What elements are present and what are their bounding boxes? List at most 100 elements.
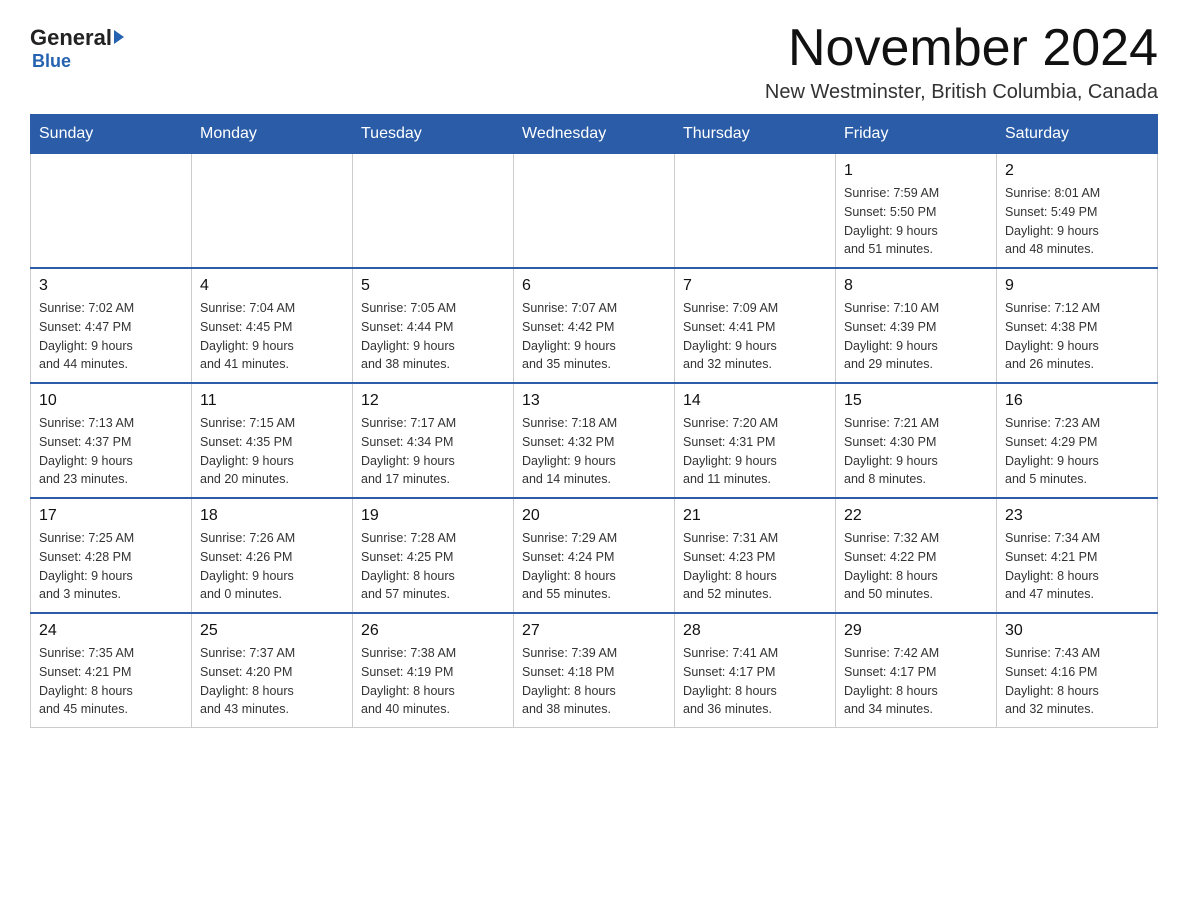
- calendar-cell-w0-d2: [353, 154, 514, 269]
- day-number: 12: [361, 392, 505, 410]
- day-number: 6: [522, 277, 666, 295]
- calendar-cell-w1-d2: 5Sunrise: 7:05 AM Sunset: 4:44 PM Daylig…: [353, 268, 514, 383]
- calendar-cell-w3-d4: 21Sunrise: 7:31 AM Sunset: 4:23 PM Dayli…: [675, 498, 836, 613]
- day-number: 4: [200, 277, 344, 295]
- day-number: 15: [844, 392, 988, 410]
- day-info: Sunrise: 7:28 AM Sunset: 4:25 PM Dayligh…: [361, 529, 505, 604]
- day-number: 3: [39, 277, 183, 295]
- day-info: Sunrise: 7:38 AM Sunset: 4:19 PM Dayligh…: [361, 644, 505, 719]
- calendar-cell-w0-d1: [192, 154, 353, 269]
- day-number: 24: [39, 622, 183, 640]
- logo: General Blue: [30, 20, 124, 72]
- calendar-cell-w0-d5: 1 Sunrise: 7:59 AM Sunset: 5:50 PM Daylig…: [836, 154, 997, 269]
- week-row-4: 24 Sunrise: 7:35 AM Sunset: 4:21 PM Dayli…: [31, 613, 1158, 728]
- header-tuesday: Tuesday: [353, 115, 514, 154]
- calendar-cell-w0-d3: [514, 154, 675, 269]
- calendar-cell-w4-d5: 29Sunrise: 7:42 AM Sunset: 4:17 PM Dayli…: [836, 613, 997, 728]
- header-wednesday: Wednesday: [514, 115, 675, 154]
- calendar-cell-w3-d2: 19 Sunrise: 7:28 AM Sunset: 4:25 PM Dayli…: [353, 498, 514, 613]
- header-sunday: Sunday: [31, 115, 192, 154]
- day-number: 1: [844, 162, 988, 180]
- calendar-cell-w1-d1: 4 Sunrise: 7:04 AM Sunset: 4:45 PM Daylig…: [192, 268, 353, 383]
- calendar-cell-w3-d5: 22 Sunrise: 7:32 AM Sunset: 4:22 PM Dayli…: [836, 498, 997, 613]
- calendar-cell-w0-d6: 2 Sunrise: 8:01 AM Sunset: 5:49 PM Daylig…: [997, 154, 1158, 269]
- header-monday: Monday: [192, 115, 353, 154]
- day-info: Sunrise: 7:20 AM Sunset: 4:31 PM Dayligh…: [683, 414, 827, 489]
- title-area: November 2024 New Westminster, British C…: [765, 20, 1158, 104]
- page-header: General Blue November 2024 New Westminst…: [30, 20, 1158, 104]
- day-number: 11: [200, 392, 344, 410]
- week-row-0: 1 Sunrise: 7:59 AM Sunset: 5:50 PM Daylig…: [31, 154, 1158, 269]
- header-saturday: Saturday: [997, 115, 1158, 154]
- day-info: Sunrise: 7:31 AM Sunset: 4:23 PM Dayligh…: [683, 529, 827, 604]
- header-thursday: Thursday: [675, 115, 836, 154]
- calendar-cell-w4-d0: 24 Sunrise: 7:35 AM Sunset: 4:21 PM Dayli…: [31, 613, 192, 728]
- calendar-cell-w2-d2: 12 Sunrise: 7:17 AM Sunset: 4:34 PM Dayli…: [353, 383, 514, 498]
- day-info: Sunrise: 7:15 AM Sunset: 4:35 PM Dayligh…: [200, 414, 344, 489]
- logo-triangle-icon: [114, 30, 124, 44]
- day-number: 14: [683, 392, 827, 410]
- day-info: Sunrise: 7:23 AM Sunset: 4:29 PM Dayligh…: [1005, 414, 1149, 489]
- logo-general-text: General: [30, 25, 124, 51]
- calendar-cell-w2-d4: 14 Sunrise: 7:20 AM Sunset: 4:31 PM Dayli…: [675, 383, 836, 498]
- day-number: 2: [1005, 162, 1149, 180]
- day-info: Sunrise: 7:39 AM Sunset: 4:18 PM Dayligh…: [522, 644, 666, 719]
- day-info: Sunrise: 7:17 AM Sunset: 4:34 PM Dayligh…: [361, 414, 505, 489]
- calendar-cell-w3-d1: 18Sunrise: 7:26 AM Sunset: 4:26 PM Dayli…: [192, 498, 353, 613]
- calendar-cell-w1-d6: 9 Sunrise: 7:12 AM Sunset: 4:38 PM Daylig…: [997, 268, 1158, 383]
- logo-general-label: General: [30, 25, 112, 51]
- calendar-cell-w4-d6: 30 Sunrise: 7:43 AM Sunset: 4:16 PM Dayli…: [997, 613, 1158, 728]
- day-info: Sunrise: 7:26 AM Sunset: 4:26 PM Dayligh…: [200, 529, 344, 604]
- calendar-cell-w4-d4: 28Sunrise: 7:41 AM Sunset: 4:17 PM Dayli…: [675, 613, 836, 728]
- day-info: Sunrise: 7:37 AM Sunset: 4:20 PM Dayligh…: [200, 644, 344, 719]
- calendar-cell-w0-d4: [675, 154, 836, 269]
- logo-blue-label: Blue: [32, 51, 71, 72]
- calendar-cell-w1-d5: 8 Sunrise: 7:10 AM Sunset: 4:39 PM Daylig…: [836, 268, 997, 383]
- day-info: Sunrise: 8:01 AM Sunset: 5:49 PM Dayligh…: [1005, 184, 1149, 259]
- header-friday: Friday: [836, 115, 997, 154]
- day-number: 9: [1005, 277, 1149, 295]
- calendar-cell-w3-d3: 20Sunrise: 7:29 AM Sunset: 4:24 PM Dayli…: [514, 498, 675, 613]
- day-number: 10: [39, 392, 183, 410]
- calendar-cell-w4-d3: 27Sunrise: 7:39 AM Sunset: 4:18 PM Dayli…: [514, 613, 675, 728]
- day-number: 26: [361, 622, 505, 640]
- calendar-cell-w3-d6: 23Sunrise: 7:34 AM Sunset: 4:21 PM Dayli…: [997, 498, 1158, 613]
- day-info: Sunrise: 7:59 AM Sunset: 5:50 PM Dayligh…: [844, 184, 988, 259]
- day-info: Sunrise: 7:35 AM Sunset: 4:21 PM Dayligh…: [39, 644, 183, 719]
- day-info: Sunrise: 7:21 AM Sunset: 4:30 PM Dayligh…: [844, 414, 988, 489]
- day-info: Sunrise: 7:10 AM Sunset: 4:39 PM Dayligh…: [844, 299, 988, 374]
- day-number: 19: [361, 507, 505, 525]
- week-row-3: 17 Sunrise: 7:25 AM Sunset: 4:28 PM Dayli…: [31, 498, 1158, 613]
- calendar-cell-w2-d3: 13Sunrise: 7:18 AM Sunset: 4:32 PM Dayli…: [514, 383, 675, 498]
- day-number: 25: [200, 622, 344, 640]
- day-number: 7: [683, 277, 827, 295]
- day-info: Sunrise: 7:43 AM Sunset: 4:16 PM Dayligh…: [1005, 644, 1149, 719]
- day-number: 17: [39, 507, 183, 525]
- day-info: Sunrise: 7:05 AM Sunset: 4:44 PM Dayligh…: [361, 299, 505, 374]
- calendar-cell-w2-d6: 16 Sunrise: 7:23 AM Sunset: 4:29 PM Dayli…: [997, 383, 1158, 498]
- day-number: 16: [1005, 392, 1149, 410]
- day-info: Sunrise: 7:32 AM Sunset: 4:22 PM Dayligh…: [844, 529, 988, 604]
- day-info: Sunrise: 7:13 AM Sunset: 4:37 PM Dayligh…: [39, 414, 183, 489]
- day-info: Sunrise: 7:25 AM Sunset: 4:28 PM Dayligh…: [39, 529, 183, 604]
- calendar-cell-w4-d2: 26 Sunrise: 7:38 AM Sunset: 4:19 PM Dayli…: [353, 613, 514, 728]
- day-number: 22: [844, 507, 988, 525]
- calendar-cell-w1-d4: 7Sunrise: 7:09 AM Sunset: 4:41 PM Daylig…: [675, 268, 836, 383]
- day-info: Sunrise: 7:12 AM Sunset: 4:38 PM Dayligh…: [1005, 299, 1149, 374]
- day-info: Sunrise: 7:41 AM Sunset: 4:17 PM Dayligh…: [683, 644, 827, 719]
- calendar-cell-w0-d0: [31, 154, 192, 269]
- weekday-header-row: Sunday Monday Tuesday Wednesday Thursday…: [31, 115, 1158, 154]
- calendar-table: Sunday Monday Tuesday Wednesday Thursday…: [30, 114, 1158, 728]
- day-info: Sunrise: 7:29 AM Sunset: 4:24 PM Dayligh…: [522, 529, 666, 604]
- day-info: Sunrise: 7:02 AM Sunset: 4:47 PM Dayligh…: [39, 299, 183, 374]
- calendar-cell-w1-d0: 3 Sunrise: 7:02 AM Sunset: 4:47 PM Daylig…: [31, 268, 192, 383]
- day-number: 30: [1005, 622, 1149, 640]
- day-info: Sunrise: 7:04 AM Sunset: 4:45 PM Dayligh…: [200, 299, 344, 374]
- day-info: Sunrise: 7:18 AM Sunset: 4:32 PM Dayligh…: [522, 414, 666, 489]
- week-row-2: 10 Sunrise: 7:13 AM Sunset: 4:37 PM Dayli…: [31, 383, 1158, 498]
- day-number: 29: [844, 622, 988, 640]
- calendar-cell-w4-d1: 25 Sunrise: 7:37 AM Sunset: 4:20 PM Dayli…: [192, 613, 353, 728]
- calendar-cell-w3-d0: 17 Sunrise: 7:25 AM Sunset: 4:28 PM Dayli…: [31, 498, 192, 613]
- day-number: 8: [844, 277, 988, 295]
- page-subtitle: New Westminster, British Columbia, Canad…: [765, 81, 1158, 104]
